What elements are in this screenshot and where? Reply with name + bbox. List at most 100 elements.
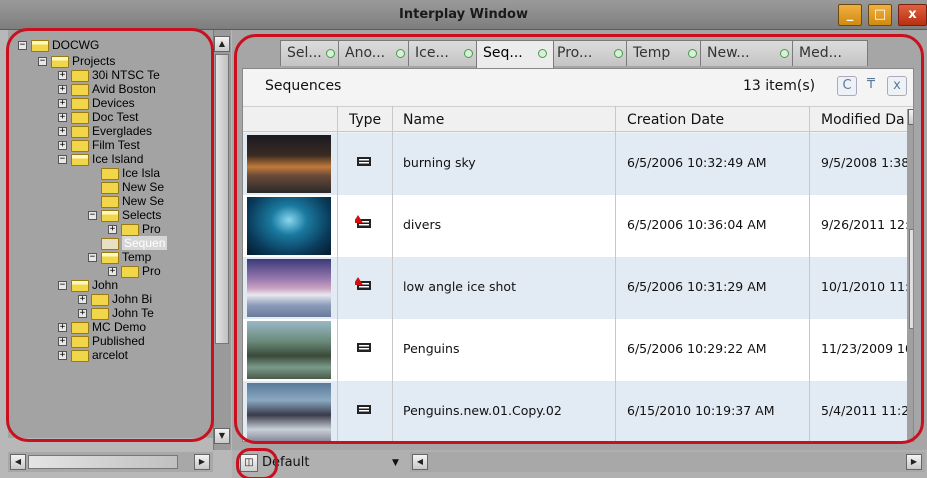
scroll-thumb[interactable] xyxy=(215,54,229,344)
sequence-icon xyxy=(355,401,373,415)
tab-4[interactable]: Seq... xyxy=(476,40,554,68)
tab-6[interactable]: Temp xyxy=(626,40,704,66)
tree-item[interactable]: + Avid Boston xyxy=(58,82,156,96)
tree-horizontal-scrollbar[interactable]: ◀ ▶ xyxy=(8,452,213,472)
folder-tree[interactable]: − DOCWG − Projects +30i NTSC Te + Avid Boston +… xyxy=(8,30,213,438)
expand-icon[interactable]: + xyxy=(78,309,87,319)
expand-icon[interactable]: + xyxy=(58,127,67,137)
expand-icon[interactable]: + xyxy=(58,141,67,151)
tree-item[interactable]: + Pro xyxy=(108,222,161,236)
tree-item[interactable]: New Se xyxy=(88,194,164,208)
tab-1[interactable]: Sel... xyxy=(280,40,342,66)
tree-item-label: Temp xyxy=(122,250,152,264)
table-row[interactable]: Penguins 6/5/2006 10:29:22 AM 11/23/2009 1… xyxy=(243,319,913,381)
folder-icon xyxy=(121,223,139,236)
expand-icon[interactable]: + xyxy=(78,295,87,305)
table-row[interactable]: low angle ice shot 6/5/2006 10:31:29 AM 10… xyxy=(243,257,913,319)
layout-selector[interactable]: Default xyxy=(262,455,310,470)
column-creation-date[interactable]: Creation Date xyxy=(627,112,724,128)
expand-icon[interactable]: + xyxy=(108,267,117,277)
cell-modified: 9/5/2008 1:38 xyxy=(821,155,910,170)
scroll-up-button[interactable]: ▲ xyxy=(214,36,230,52)
table-vertical-scrollbar[interactable]: ▲ ▼ xyxy=(907,109,913,441)
tree-item[interactable]: − Projects xyxy=(38,54,115,68)
table-header: Type Name Creation Date Modified Da xyxy=(243,106,913,132)
table-horizontal-scrollbar[interactable]: ◀ ▶ xyxy=(410,452,925,472)
collapse-icon[interactable]: − xyxy=(58,155,67,165)
tab-8[interactable]: Med... xyxy=(792,40,868,66)
scroll-right-button[interactable]: ▶ xyxy=(194,454,210,470)
scroll-left-button[interactable]: ◀ xyxy=(10,454,26,470)
tree-item[interactable]: + Pro xyxy=(108,264,161,278)
column-modified-date[interactable]: Modified Da xyxy=(821,112,911,128)
expand-icon[interactable]: + xyxy=(58,71,67,81)
folder-icon xyxy=(31,39,49,52)
expand-icon[interactable]: + xyxy=(58,85,67,95)
table-row[interactable]: Penguins.new.01.Copy.02 6/15/2010 10:19:3… xyxy=(243,381,913,441)
chevron-down-icon[interactable]: ▼ xyxy=(392,458,399,468)
folder-icon xyxy=(71,139,89,152)
tree-item[interactable]: − Temp xyxy=(88,250,151,264)
tree-item[interactable]: + Everglades xyxy=(58,124,152,138)
tab-2[interactable]: Ano... xyxy=(338,40,412,66)
collapse-icon[interactable]: − xyxy=(88,253,97,263)
folder-icon xyxy=(101,181,119,194)
scroll-up-button[interactable]: ▲ xyxy=(908,109,913,125)
collapse-icon[interactable]: − xyxy=(88,211,97,221)
tree-item[interactable]: − Ice Island xyxy=(58,152,143,166)
scroll-thumb[interactable] xyxy=(28,455,178,469)
tree-item[interactable]: − Selects xyxy=(88,208,161,222)
tree-item[interactable]: + Film Test xyxy=(58,138,140,152)
tree-item[interactable]: − DOCWG xyxy=(18,38,99,52)
tree-item[interactable]: Ice Isla xyxy=(88,166,160,180)
pin-icon[interactable]: ₸ xyxy=(861,76,881,96)
expand-icon[interactable]: + xyxy=(108,225,117,235)
status-dot-icon xyxy=(614,49,623,58)
cell-creation: 6/5/2006 10:36:04 AM xyxy=(627,217,767,232)
tree-item[interactable]: + MC Demo xyxy=(58,320,146,334)
expand-icon[interactable]: + xyxy=(58,99,67,109)
expand-icon[interactable]: + xyxy=(58,323,67,333)
collapse-icon[interactable]: − xyxy=(38,57,47,67)
tree-item-label: Pro xyxy=(142,264,161,278)
close-icon[interactable]: x xyxy=(887,76,907,96)
table-row[interactable]: divers 6/5/2006 10:36:04 AM 9/26/2011 12: xyxy=(243,195,913,257)
maximize-button[interactable]: □ xyxy=(868,4,892,26)
scroll-right-button[interactable]: ▶ xyxy=(906,454,922,470)
tree-item[interactable]: Sequen xyxy=(88,236,168,250)
folder-icon xyxy=(101,237,119,250)
tree-item[interactable]: + Published xyxy=(58,334,145,348)
tree-item[interactable]: + Devices xyxy=(58,96,135,110)
scroll-left-button[interactable]: ◀ xyxy=(412,454,428,470)
collapse-icon[interactable]: − xyxy=(58,281,67,291)
table-row[interactable]: burning sky 6/5/2006 10:32:49 AM 9/5/2008 … xyxy=(243,133,913,195)
layout-icon[interactable]: ◫ xyxy=(240,454,258,472)
tree-item[interactable]: + John Te xyxy=(78,306,154,320)
scroll-thumb[interactable] xyxy=(909,229,913,329)
scroll-down-button[interactable]: ▼ xyxy=(214,428,230,444)
tree-item[interactable]: + Doc Test xyxy=(58,110,138,124)
tree-item[interactable]: + arcelot xyxy=(58,348,128,362)
collapse-icon[interactable]: − xyxy=(18,41,27,51)
expand-icon[interactable]: + xyxy=(58,351,67,361)
folder-icon xyxy=(71,125,89,138)
cell-modified: 9/26/2011 12: xyxy=(821,217,910,232)
minimize-button[interactable]: _ xyxy=(838,4,862,26)
tab-label: Med... xyxy=(799,45,842,61)
close-button[interactable]: x xyxy=(898,4,927,26)
tab-label: Sel... xyxy=(287,45,322,61)
expand-icon[interactable]: + xyxy=(58,113,67,123)
tree-item[interactable]: +30i NTSC Te xyxy=(58,68,160,82)
tab-3[interactable]: Ice... xyxy=(408,40,480,66)
tree-item[interactable]: − John xyxy=(58,278,118,292)
tree-item-label: MC Demo xyxy=(92,320,147,334)
refresh-icon[interactable]: C xyxy=(837,76,857,96)
tab-7[interactable]: New... xyxy=(700,40,796,66)
expand-icon[interactable]: + xyxy=(58,337,67,347)
tree-item[interactable]: New Se xyxy=(88,180,164,194)
column-type[interactable]: Type xyxy=(349,112,381,128)
tab-5[interactable]: Pro... xyxy=(550,40,630,66)
tree-vertical-scrollbar[interactable]: ▲ ▼ xyxy=(213,30,231,450)
column-name[interactable]: Name xyxy=(403,112,444,128)
tree-item[interactable]: + John Bi xyxy=(78,292,152,306)
